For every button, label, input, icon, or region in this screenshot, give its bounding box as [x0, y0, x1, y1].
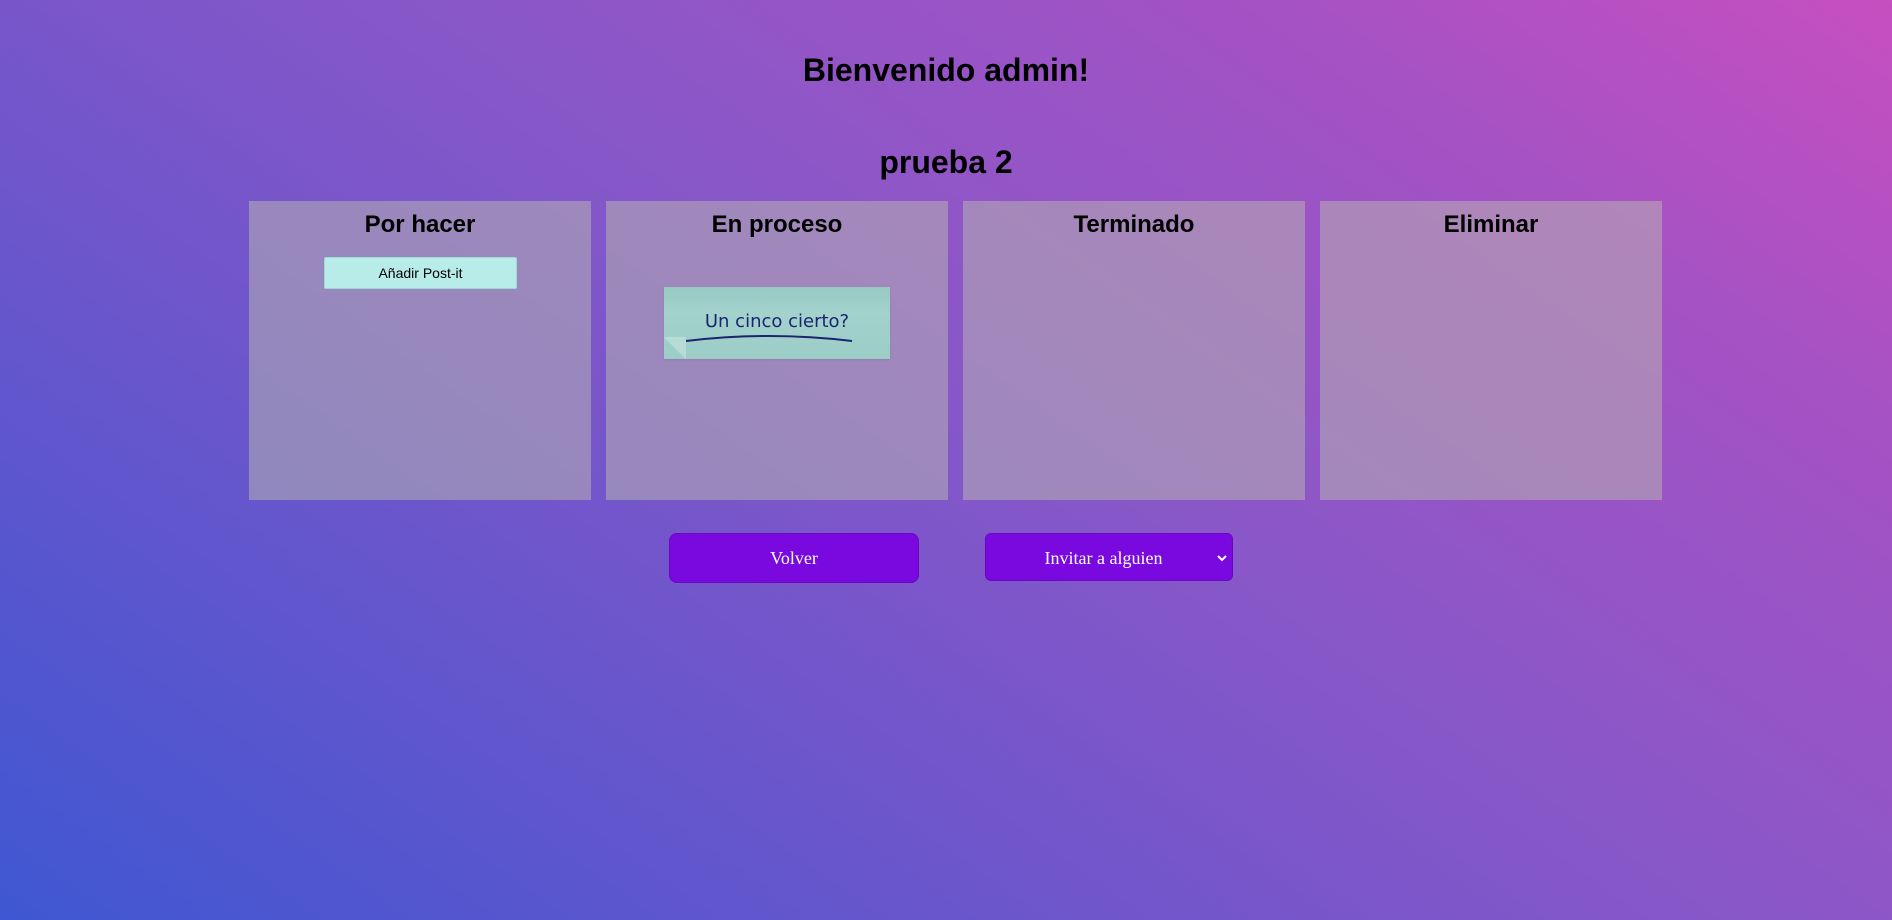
back-button[interactable]: Volver	[669, 533, 919, 583]
welcome-heading: Bienvenido admin!	[802, 52, 1090, 88]
column-por-hacer[interactable]: Por hacer Añadir Post-it	[249, 201, 591, 500]
postit-note[interactable]: Un cinco cierto?	[664, 287, 890, 359]
postit-underline	[685, 335, 853, 342]
invite-select[interactable]: Invitar a alguien	[985, 533, 1233, 581]
kanban-board: Por hacer Añadir Post-it En proceso Un c…	[249, 201, 1665, 500]
column-title: Por hacer	[364, 211, 476, 238]
add-postit-button[interactable]: Añadir Post-it	[324, 257, 517, 289]
column-title: En proceso	[711, 211, 843, 238]
invite-select-label: Invitar a alguien	[1044, 548, 1163, 568]
postit-fold-corner	[664, 337, 686, 359]
chevron-down-icon	[1217, 555, 1227, 562]
column-title: Terminado	[1073, 211, 1195, 238]
column-terminado[interactable]: Terminado	[963, 201, 1305, 500]
column-eliminar[interactable]: Eliminar	[1320, 201, 1662, 500]
postit-text: Un cinco cierto?	[704, 311, 850, 332]
board-title: prueba 2	[879, 144, 1013, 180]
column-en-proceso[interactable]: En proceso Un cinco cierto?	[606, 201, 948, 500]
column-title: Eliminar	[1443, 211, 1539, 238]
